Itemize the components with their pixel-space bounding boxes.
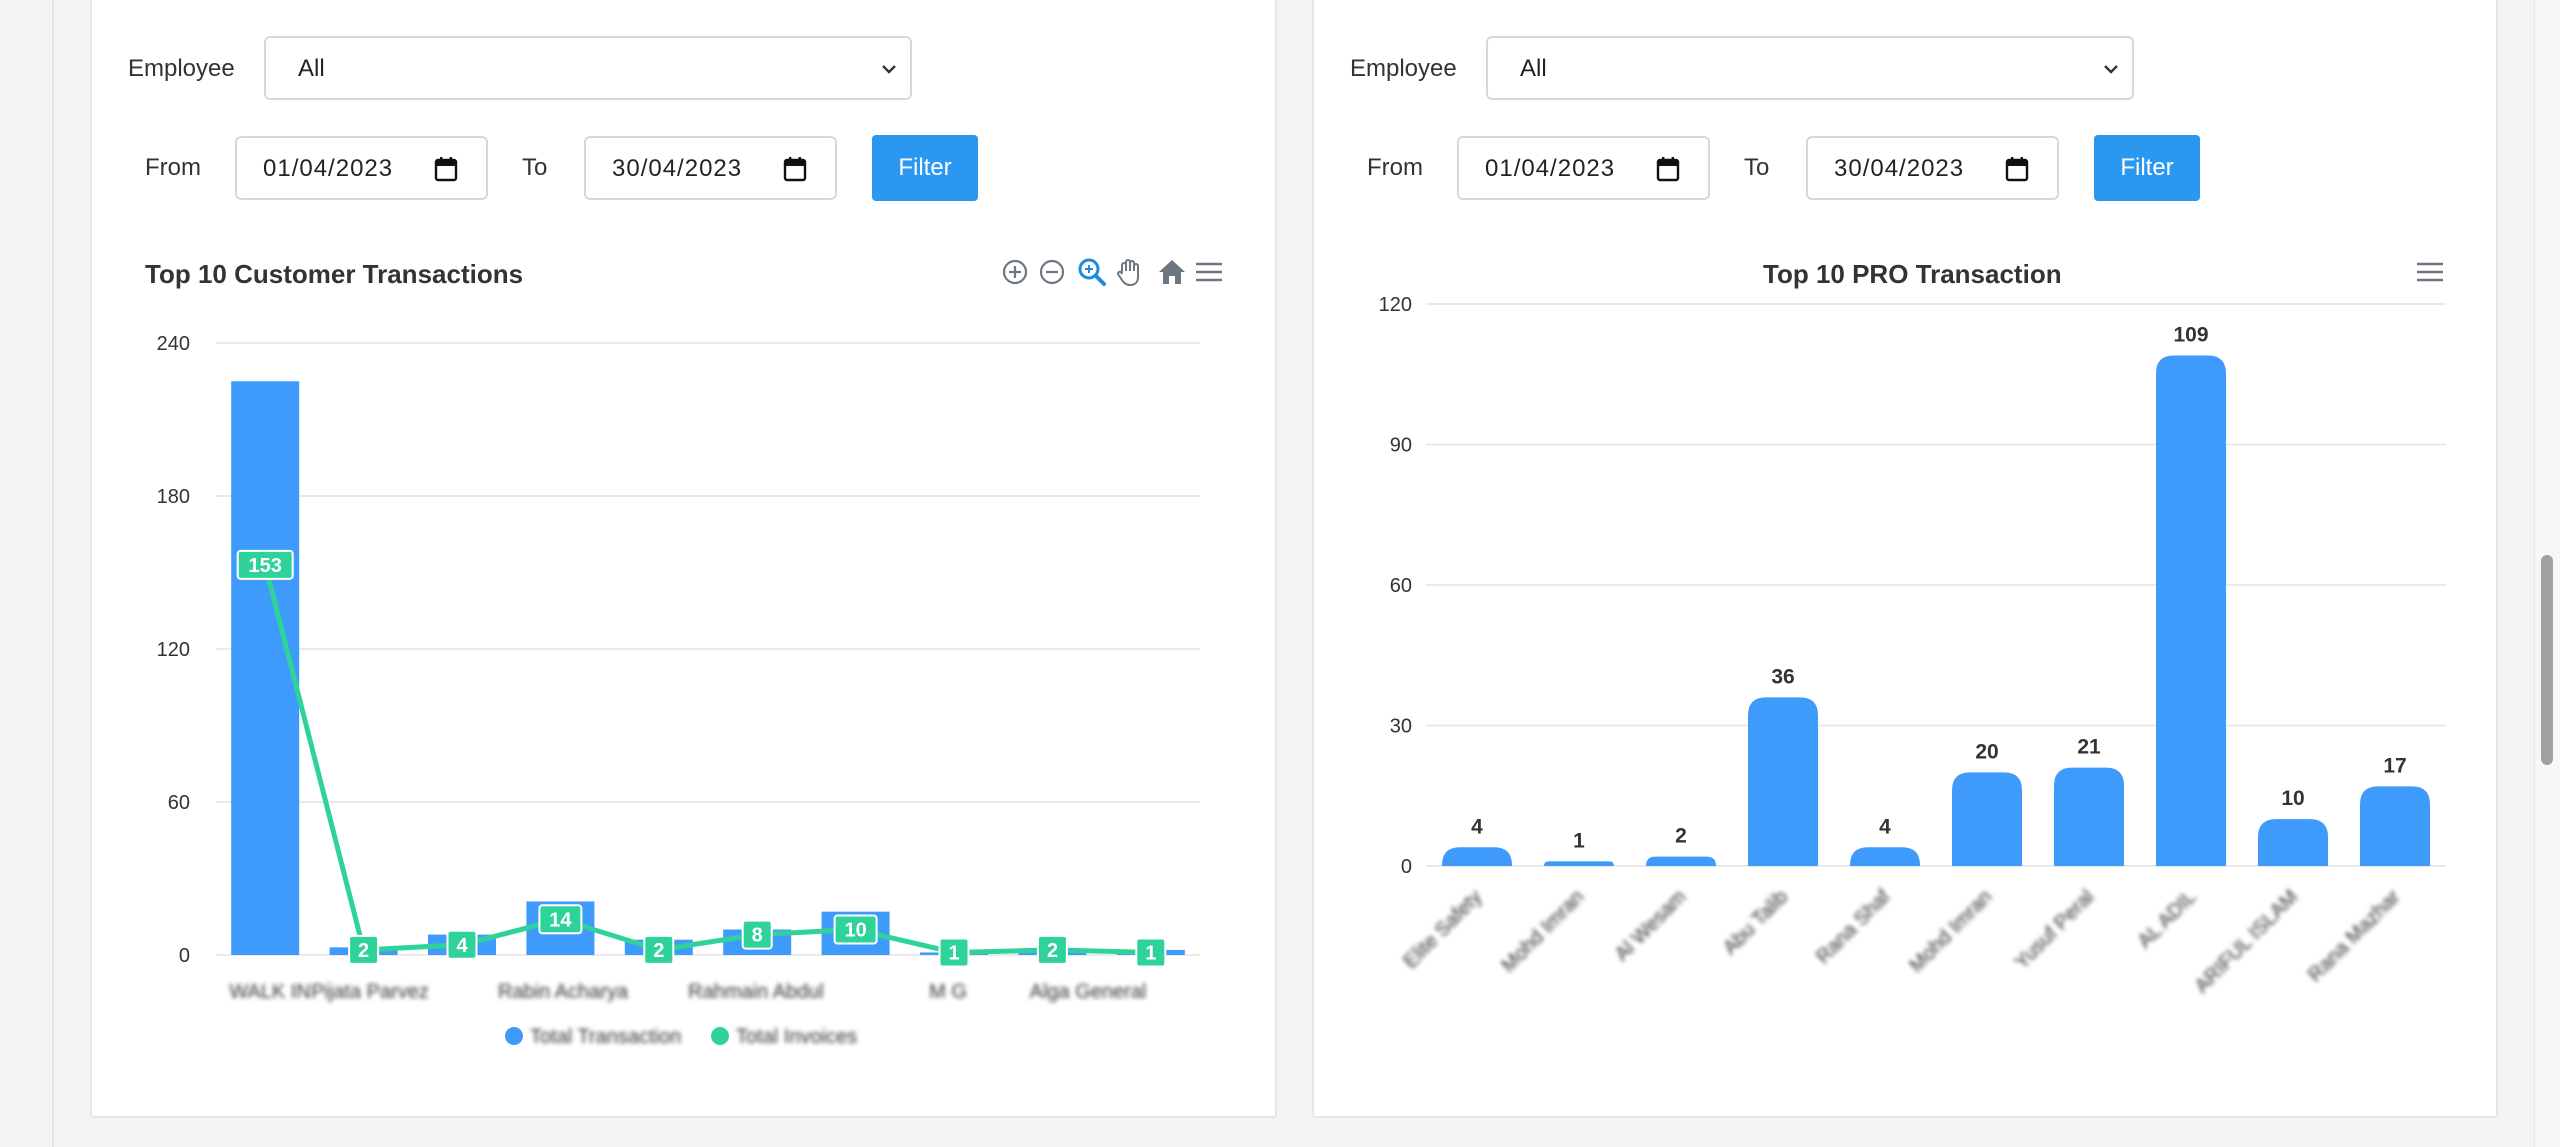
bar-pro-transaction xyxy=(1850,847,1920,866)
bar-data-label: 21 xyxy=(2077,736,2101,759)
bar-data-label: 1 xyxy=(1573,829,1585,852)
bar-data-label: 4 xyxy=(1471,815,1483,838)
y-tick-label: 30 xyxy=(1390,716,1412,738)
x-category-label: Mohd Imran xyxy=(1498,886,1589,977)
bar-pro-transaction xyxy=(1544,861,1614,866)
bar-data-label: 109 xyxy=(2173,324,2208,347)
x-category-label: AL ADIL xyxy=(2134,886,2201,953)
x-category-label: ARIFUL ISLAM xyxy=(2191,886,2303,998)
pro-transaction-chart: 030609012041 236420 211091017Elite Safety M… xyxy=(1379,294,2446,998)
y-tick-label: 120 xyxy=(1379,294,1412,316)
y-tick-label: 90 xyxy=(1390,435,1412,457)
x-category-label: Abu Talib xyxy=(1719,886,1792,959)
bar-data-label: 10 xyxy=(2281,787,2304,810)
bar-pro-transaction xyxy=(2156,355,2226,866)
bar-pro-transaction xyxy=(2360,786,2430,866)
bar-pro-transaction xyxy=(1748,697,1818,866)
bar-data-label: 17 xyxy=(2383,754,2406,777)
x-category-label: Rana Shaf xyxy=(1812,886,1895,969)
x-category-label: Rana Mazhar xyxy=(2304,886,2405,987)
bar-pro-transaction xyxy=(1952,772,2022,866)
x-category-label: Mohd Imran xyxy=(1906,886,1997,977)
x-category-label: Yusuf Peral xyxy=(2011,886,2099,974)
bar-data-label: 36 xyxy=(1771,665,1794,688)
y-tick-label: 0 xyxy=(1401,856,1412,878)
bar-pro-transaction xyxy=(1442,847,1512,866)
bar-pro-transaction xyxy=(1646,856,1716,866)
bar-data-label: 2 xyxy=(1675,825,1687,848)
y-tick-label: 60 xyxy=(1390,575,1412,597)
bar-data-label: 4 xyxy=(1879,815,1891,838)
scrollbar-thumb[interactable] xyxy=(2541,555,2553,765)
x-category-label: Elite Safety xyxy=(1399,886,1486,973)
bar-pro-transaction xyxy=(2258,819,2328,866)
x-category-label: Al Wesam xyxy=(1611,886,1691,966)
bar-pro-transaction xyxy=(2054,767,2124,866)
bar-data-label: 20 xyxy=(1975,740,1998,763)
